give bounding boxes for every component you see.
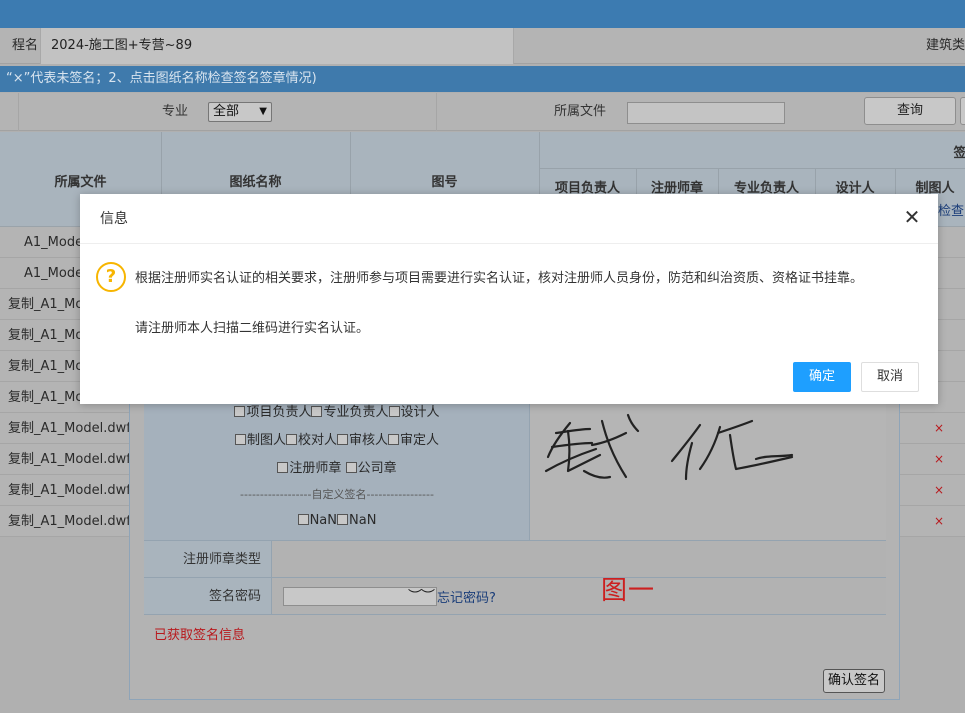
checkbox[interactable]	[337, 514, 348, 525]
column-header-group: 签	[953, 146, 965, 161]
check-link[interactable]: 检查	[938, 200, 964, 219]
role-label: 制图人	[246, 433, 286, 448]
project-name-value: 2024-施工图+专营~89	[40, 28, 514, 64]
dialog-message: 根据注册师实名认证的相关要求，注册师参与项目需要进行实名认证，核对注册师人员身份…	[135, 271, 864, 286]
close-icon[interactable]: ✕	[902, 207, 922, 227]
checkbox[interactable]	[388, 434, 400, 445]
major-filter-label: 专业	[18, 93, 190, 131]
top-header-bar	[0, 0, 965, 28]
role-checkbox-area: 项目负责人 专业负责人 设计人 制图人 校对人 审核人 审定人 注册师章 公司章 ----…	[144, 385, 530, 540]
custom-role-line: NaN NaN	[144, 513, 530, 528]
stamp-type-row: 注册师章类型	[144, 540, 886, 577]
role-label: 注册师章	[289, 461, 342, 476]
major-filter-value: 全部	[213, 104, 240, 119]
role-label: 审核人	[349, 433, 389, 448]
role-label: 专业负责人	[323, 405, 389, 420]
project-name-label: 程名称	[11, 38, 38, 89]
ok-button[interactable]: 确定	[793, 362, 851, 392]
password-label: 签名密码	[144, 578, 272, 614]
row-file-name[interactable]: 复制_A1_Model.dwf	[8, 506, 131, 537]
checkbox[interactable]	[277, 462, 289, 473]
role-label: 项目负责人	[246, 405, 312, 420]
cancel-button[interactable]: 取消	[861, 362, 919, 392]
unsigned-mark: ×	[934, 452, 945, 466]
file-filter-input[interactable]	[627, 102, 785, 124]
row-file-name[interactable]: A1_Model	[24, 227, 87, 258]
project-row: 程名称 2024-施工图+专营~89 建筑类	[0, 28, 965, 89]
role-label: 设计人	[400, 405, 440, 420]
column-header-drawing-no: 图号	[431, 175, 458, 190]
row-file-name[interactable]: A1_Model	[24, 258, 87, 289]
info-dialog: 信息 ✕ ? 根据注册师实名认证的相关要求，注册师参与项目需要进行实名认证，核对…	[80, 194, 938, 404]
row-file-name[interactable]: 复制_A1_Model.dwf	[8, 413, 131, 444]
role-label: NaN	[309, 513, 337, 528]
checkbox[interactable]	[388, 406, 400, 417]
forgot-password-link[interactable]: 忘记密码?	[437, 587, 496, 606]
row-file-name[interactable]: 复制_A1_Mo	[8, 289, 83, 320]
role-line-2: 制图人 校对人 审核人 审定人	[144, 429, 530, 448]
question-icon: ?	[96, 262, 126, 292]
column-header-drawing-name: 图纸名称	[229, 175, 282, 190]
notice-bar: “×”代表未签名；2、点击图纸名称检查签名签章情况)	[0, 66, 965, 92]
row-file-name[interactable]: 复制_A1_Model.dwf	[8, 444, 131, 475]
file-filter-label: 所属文件	[436, 93, 608, 131]
stamp-type-label: 注册师章类型	[144, 541, 272, 577]
checkbox[interactable]	[234, 434, 246, 445]
checkbox[interactable]	[337, 434, 348, 445]
major-filter-select[interactable]: 全部 ▼	[208, 102, 272, 122]
signature-status-text: 已获取签名信息	[154, 628, 246, 643]
row-file-name[interactable]: 复制_A1_Model.dwf	[8, 475, 131, 506]
chevron-down-icon: ▼	[259, 106, 267, 117]
role-label: 审定人	[400, 433, 440, 448]
password-row: 签名密码	[144, 577, 886, 614]
dialog-message-2: 请注册师本人扫描二维码进行实名认证。	[135, 321, 370, 336]
unsigned-mark: ×	[934, 514, 945, 528]
unsigned-mark: ×	[934, 483, 945, 497]
header-divider	[539, 168, 965, 169]
checkbox[interactable]	[234, 406, 246, 417]
dialog-title: 信息	[100, 211, 128, 227]
extra-button[interactable]	[960, 97, 965, 125]
eye-closed-icon[interactable]: ︶︶	[408, 586, 435, 606]
query-button[interactable]: 查询	[864, 97, 956, 125]
filter-row: 专业 全部 ▼ 所属文件 查询	[0, 93, 965, 131]
project-type-label: 建筑类	[925, 38, 965, 53]
row-file-name[interactable]: 复制_A1_Mo	[8, 320, 83, 351]
checkbox[interactable]	[345, 462, 357, 473]
confirm-sign-button[interactable]: 确认签名	[823, 669, 886, 693]
unsigned-mark: ×	[934, 421, 945, 435]
checkbox[interactable]	[285, 434, 297, 445]
column-header-file: 所属文件	[54, 175, 107, 190]
role-label: 校对人	[297, 433, 337, 448]
checkbox[interactable]	[311, 406, 323, 417]
role-label: NaN	[349, 513, 377, 528]
checkbox[interactable]	[297, 514, 309, 525]
status-row	[144, 614, 886, 650]
custom-signature-separator: ------------------自定义签名-----------------	[240, 488, 434, 501]
role-line-3: 注册师章 公司章	[144, 457, 530, 476]
row-file-name[interactable]: 复制_A1_Mo	[8, 382, 83, 413]
role-label: 公司章	[357, 461, 397, 476]
figure-label: 图一	[601, 576, 656, 606]
dialog-header: 信息 ✕	[80, 194, 938, 244]
row-file-name[interactable]: 复制_A1_Mo	[8, 351, 83, 382]
